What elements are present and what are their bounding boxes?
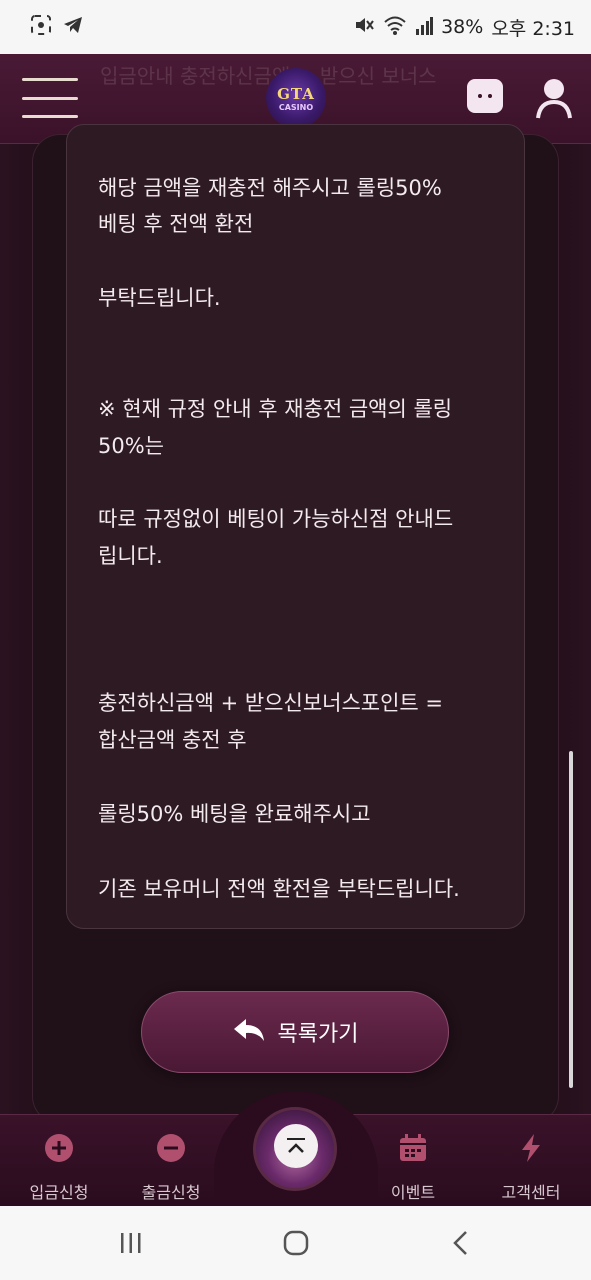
calendar-icon	[396, 1131, 430, 1165]
scroll-top-button[interactable]	[253, 1107, 337, 1191]
nav-deposit[interactable]: 입금신청	[4, 1115, 114, 1207]
message-line: 따로 규정없이 베팅이 가능하신점 안내드	[98, 507, 454, 531]
status-bar: 38% 오후 2:31	[0, 0, 591, 54]
battery-level: 38%	[441, 16, 484, 38]
content-area: 해당 금액을 재충전 해주시고 롤링50% 베팅 후 전액 환전 부탁드립니다.…	[0, 124, 591, 1124]
chat-icon[interactable]	[467, 79, 503, 113]
back-icon[interactable]	[450, 1230, 472, 1260]
nav-events[interactable]: 이벤트	[358, 1115, 468, 1207]
message-line: 베팅 후 전액 환전	[98, 212, 254, 236]
status-right: 38% 오후 2:31	[353, 14, 575, 41]
message-line: 50%는	[98, 434, 164, 458]
message-line: 합산금액 충전 후	[98, 728, 247, 752]
home-icon[interactable]	[282, 1230, 310, 1260]
mute-icon	[353, 14, 375, 40]
nav-withdraw[interactable]: 출금신청	[116, 1115, 226, 1207]
minus-circle-icon	[154, 1131, 188, 1165]
system-nav-bar	[0, 1206, 591, 1280]
signal-icon	[415, 14, 434, 40]
message-line: 부탁드립니다.	[98, 286, 221, 310]
logo-title: GTA	[277, 84, 315, 103]
menu-icon[interactable]	[22, 78, 78, 118]
recent-apps-icon[interactable]	[118, 1230, 144, 1260]
back-button-label: 목록가기	[277, 1022, 359, 1047]
message-line: 기존 보유머니 전액 환전을 부탁드립니다.	[98, 877, 460, 901]
nav-label: 이벤트	[390, 1183, 436, 1202]
gta-casino-logo[interactable]: GTA CASINO	[266, 68, 326, 128]
reply-arrow-icon	[232, 1017, 266, 1047]
nav-label: 입금신청	[29, 1183, 89, 1202]
status-left	[30, 14, 84, 40]
chevron-up-icon	[274, 1124, 318, 1168]
back-to-list-button[interactable]: 목록가기	[141, 991, 449, 1073]
nav-label: 고객센터	[501, 1183, 561, 1202]
lightning-icon	[514, 1131, 548, 1165]
nav-label: 출금신청	[141, 1183, 201, 1202]
wifi-icon	[383, 14, 407, 40]
message-line: 립니다.	[98, 544, 163, 568]
message-line: ※ 현재 규정 안내 후 재충전 금액의 롤링	[98, 397, 453, 421]
clock: 오후 2:31	[491, 17, 575, 40]
scrollbar[interactable]	[569, 751, 573, 1088]
bottom-nav: 입금신청 출금신청 이벤트 고객센터	[0, 1091, 591, 1207]
message-line: 해당 금액을 재충전 해주시고 롤링50%	[98, 176, 442, 200]
message-line: 충전하신금액 + 받으신보너스포인트 =	[98, 691, 444, 715]
message-line: 롤링50% 베팅을 완료해주시고	[98, 802, 371, 826]
screenshot-icon	[30, 14, 52, 40]
logo-subtitle: CASINO	[278, 102, 314, 112]
nav-support[interactable]: 고객센터	[476, 1115, 586, 1207]
plus-circle-icon	[42, 1131, 76, 1165]
telegram-icon	[62, 14, 84, 40]
user-icon[interactable]	[534, 76, 574, 120]
